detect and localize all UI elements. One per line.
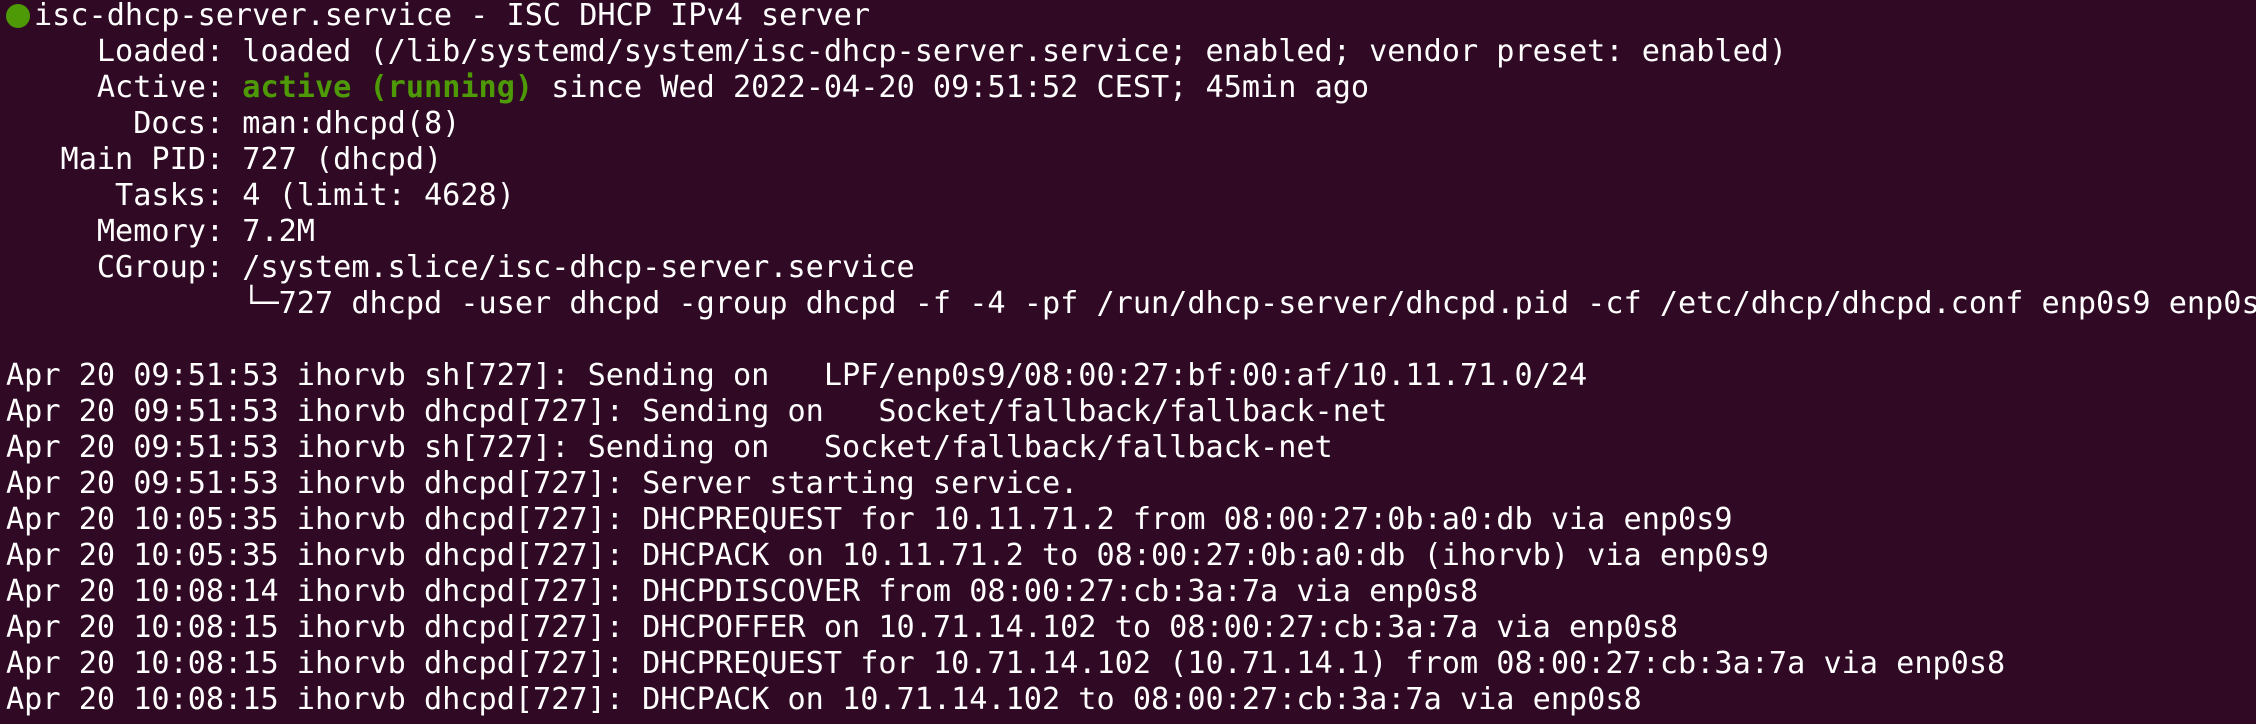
- log-line: Apr 20 09:51:53 ihorvb sh[727]: Sending …: [6, 430, 1333, 465]
- log-line: Apr 20 10:08:15 ihorvb dhcpd[727]: DHCPO…: [6, 610, 1679, 645]
- log-line: Apr 20 10:08:15 ihorvb dhcpd[727]: DHCPR…: [6, 646, 2006, 681]
- log-line: Apr 20 10:08:15 ihorvb dhcpd[727]: DHCPA…: [6, 682, 1642, 717]
- active-since: since Wed 2022-04-20 09:51:52 CEST; 45mi…: [533, 70, 1370, 105]
- log-line: Apr 20 10:05:35 ihorvb dhcpd[727]: DHCPA…: [6, 538, 1769, 573]
- log-line: Apr 20 10:08:14 ihorvb dhcpd[727]: DHCPD…: [6, 574, 1479, 609]
- terminal-window[interactable]: isc-dhcp-server.service - ISC DHCP IPv4 …: [0, 0, 2256, 724]
- docs-line: Docs: man:dhcpd(8): [6, 106, 461, 141]
- log-line: Apr 20 09:51:53 ihorvb sh[727]: Sending …: [6, 358, 1588, 393]
- main-pid-line: Main PID: 727 (dhcpd): [6, 142, 443, 177]
- active-line: Active: active (running) since Wed 2022-…: [6, 70, 1369, 106]
- active-state: active (running): [242, 70, 534, 105]
- log-line: Apr 20 09:51:53 ihorvb dhcpd[727]: Sendi…: [6, 394, 1388, 429]
- tasks-line: Tasks: 4 (limit: 4628): [6, 178, 515, 213]
- active-label: Active:: [6, 70, 243, 105]
- cgroup-process-line: └─727 dhcpd -user dhcpd -group dhcpd -f …: [6, 286, 2256, 321]
- log-line: Apr 20 10:05:35 ihorvb dhcpd[727]: DHCPR…: [6, 502, 1733, 537]
- green-dot-icon: [6, 4, 30, 28]
- service-title: isc-dhcp-server.service - ISC DHCP IPv4 …: [34, 0, 871, 33]
- memory-line: Memory: 7.2M: [6, 214, 315, 249]
- log-line: Apr 20 09:51:53 ihorvb dhcpd[727]: Serve…: [6, 466, 1079, 501]
- loaded-line: Loaded: loaded (/lib/systemd/system/isc-…: [6, 34, 1788, 69]
- cgroup-line: CGroup: /system.slice/isc-dhcp-server.se…: [6, 250, 915, 285]
- service-header-line: isc-dhcp-server.service - ISC DHCP IPv4 …: [6, 0, 870, 34]
